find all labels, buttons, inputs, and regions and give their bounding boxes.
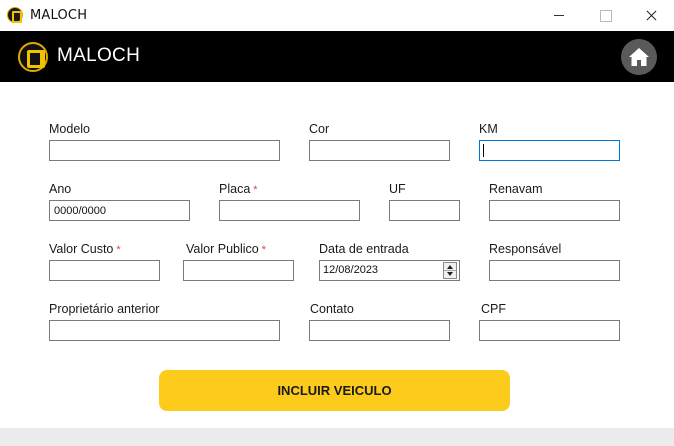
data-entrada-picker[interactable]: 12/08/2023 bbox=[319, 260, 460, 281]
km-label: KM bbox=[479, 122, 498, 136]
footer-bar bbox=[0, 428, 674, 446]
renavam-label: Renavam bbox=[489, 182, 543, 196]
app-header: MALOCH bbox=[0, 31, 674, 82]
app-logo-icon bbox=[7, 7, 23, 23]
cpf-input[interactable] bbox=[479, 320, 620, 341]
minimize-button[interactable] bbox=[536, 0, 582, 31]
window-titlebar: MALOCH bbox=[0, 0, 674, 31]
uf-label: UF bbox=[389, 182, 406, 196]
data-entrada-label: Data de entrada bbox=[319, 242, 409, 256]
modelo-input[interactable] bbox=[49, 140, 280, 161]
data-entrada-value: 12/08/2023 bbox=[323, 264, 379, 276]
valor-custo-input[interactable] bbox=[49, 260, 160, 281]
cor-label: Cor bbox=[309, 122, 330, 136]
spin-divider bbox=[444, 270, 456, 271]
cpf-label: CPF bbox=[481, 302, 506, 316]
text-caret bbox=[483, 144, 484, 157]
km-input[interactable] bbox=[479, 140, 620, 161]
date-spinner[interactable] bbox=[443, 262, 457, 279]
valor-publico-label-text: Valor Publico bbox=[186, 242, 259, 256]
spin-down-icon[interactable] bbox=[447, 272, 453, 276]
placa-label-text: Placa bbox=[219, 182, 251, 196]
close-button[interactable] bbox=[628, 0, 674, 31]
proprietario-anterior-label: Proprietário anterior bbox=[49, 302, 160, 316]
brand-title: MALOCH bbox=[57, 45, 141, 66]
home-icon bbox=[629, 48, 649, 66]
required-marker: * bbox=[261, 244, 267, 256]
spin-up-icon[interactable] bbox=[447, 265, 453, 269]
valor-publico-label: Valor Publico * bbox=[186, 242, 266, 256]
placa-label: Placa * bbox=[219, 182, 258, 196]
responsavel-label: Responsável bbox=[489, 242, 562, 256]
modelo-label: Modelo bbox=[49, 122, 90, 136]
renavam-input[interactable] bbox=[489, 200, 620, 221]
contato-label: Contato bbox=[310, 302, 354, 316]
valor-custo-label-text: Valor Custo bbox=[49, 242, 114, 256]
cor-input[interactable] bbox=[309, 140, 450, 161]
valor-custo-label: Valor Custo * bbox=[49, 242, 121, 256]
contato-input[interactable] bbox=[309, 320, 450, 341]
responsavel-input[interactable] bbox=[489, 260, 620, 281]
required-marker: * bbox=[116, 244, 121, 256]
required-marker: * bbox=[253, 184, 258, 196]
proprietario-anterior-input[interactable] bbox=[49, 320, 280, 341]
brand-logo-icon bbox=[18, 42, 48, 72]
ano-label: Ano bbox=[49, 182, 72, 196]
incluir-veiculo-button[interactable]: INCLUIR VEICULO bbox=[159, 370, 510, 411]
placa-input[interactable] bbox=[219, 200, 360, 221]
window-title: MALOCH bbox=[30, 8, 88, 23]
home-button[interactable] bbox=[621, 39, 657, 75]
uf-input[interactable] bbox=[389, 200, 460, 221]
ano-input[interactable] bbox=[49, 200, 190, 221]
valor-publico-input[interactable] bbox=[183, 260, 294, 281]
maximize-button[interactable] bbox=[582, 0, 628, 31]
